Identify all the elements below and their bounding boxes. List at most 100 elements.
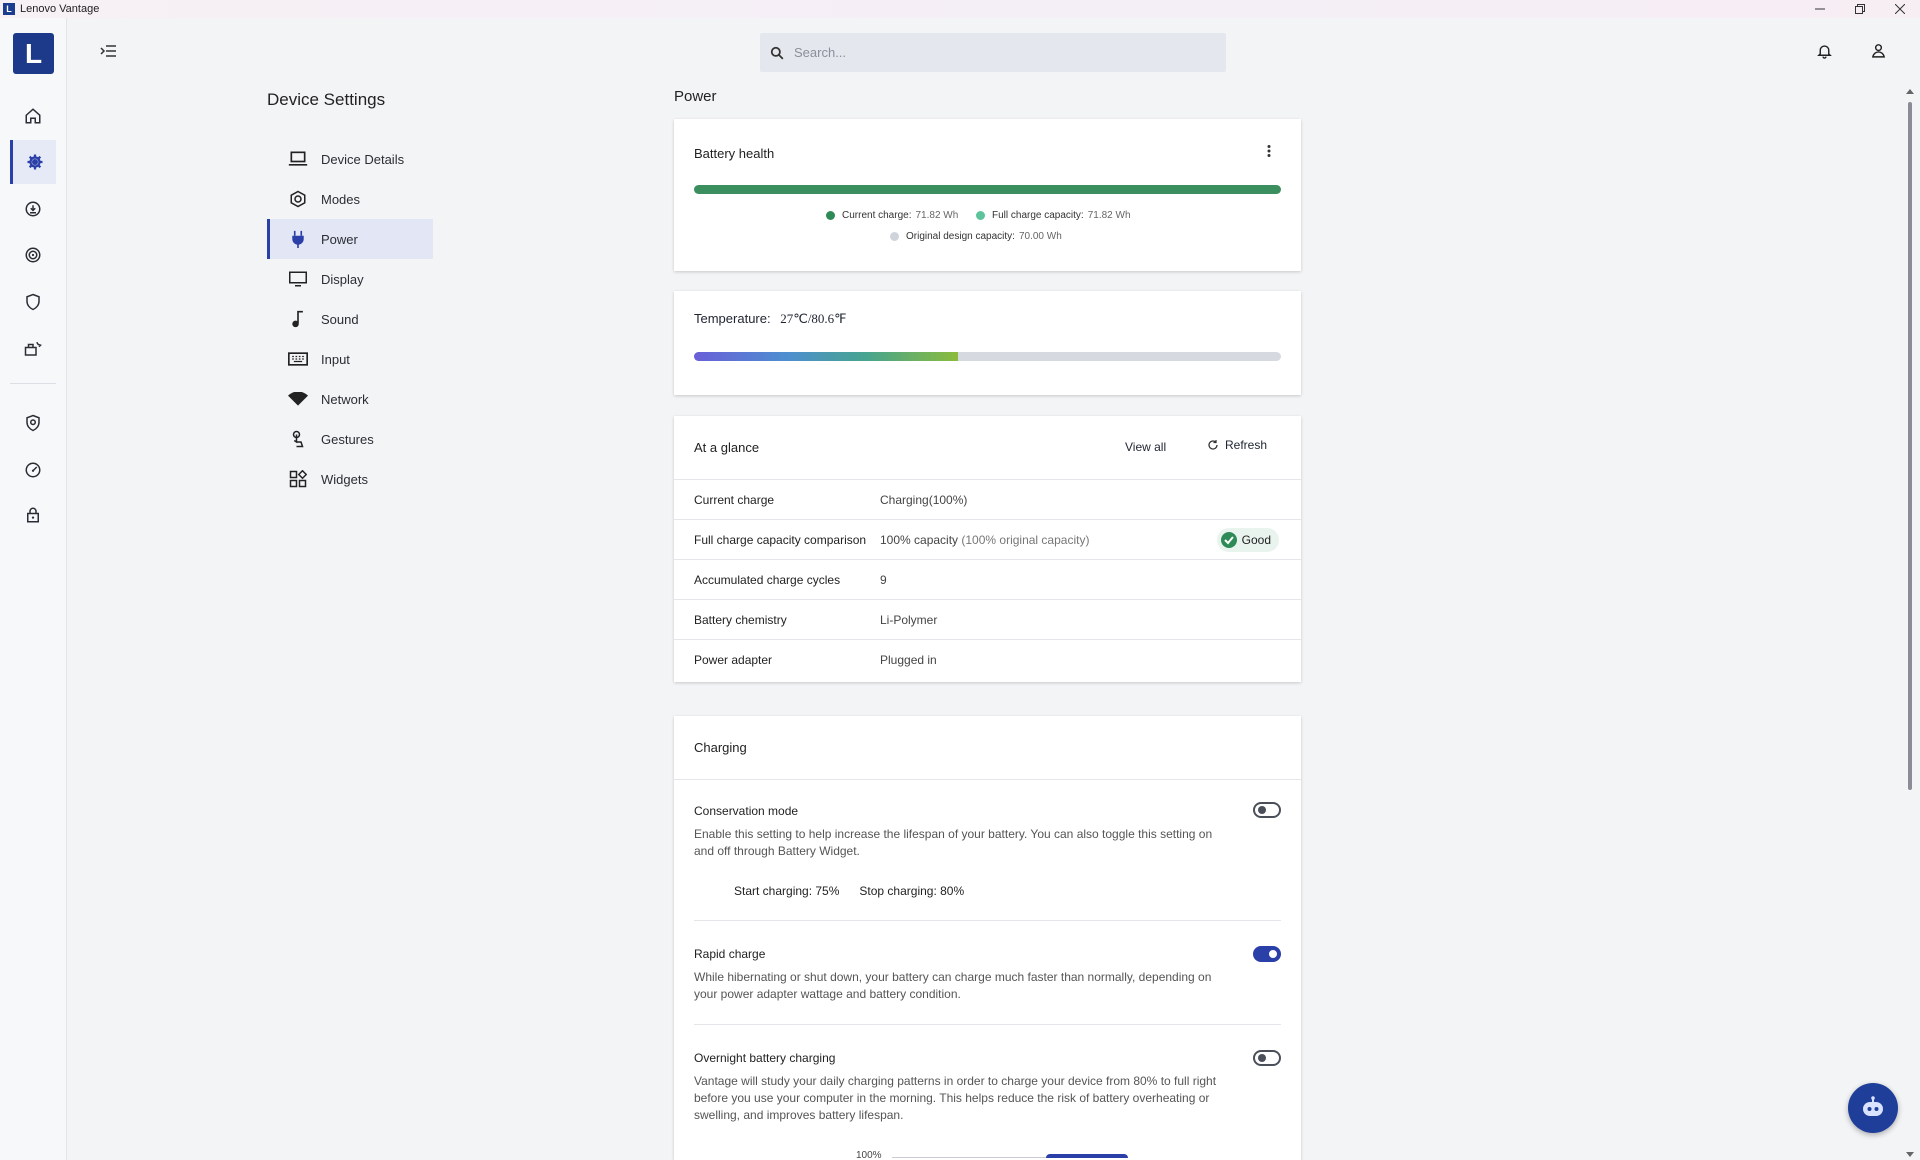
security-shield-icon[interactable] bbox=[10, 280, 56, 324]
update-icon[interactable] bbox=[10, 187, 56, 231]
nav-item-label: Display bbox=[321, 271, 364, 287]
glance-row: Full charge capacity comparison 100% cap… bbox=[674, 520, 1301, 560]
view-all-link[interactable]: View all bbox=[1125, 440, 1166, 454]
setting-description: While hibernating or shut down, your bat… bbox=[694, 970, 1212, 1001]
nav-item-display[interactable]: Display bbox=[267, 259, 433, 299]
robot-icon bbox=[1860, 1096, 1886, 1120]
scroll-down-arrow-icon[interactable] bbox=[1906, 1152, 1914, 1158]
lock-icon[interactable] bbox=[10, 493, 56, 537]
row-label: Full charge capacity comparison bbox=[694, 532, 867, 547]
window-title: Lenovo Vantage bbox=[20, 3, 100, 15]
smart-features-icon[interactable] bbox=[10, 233, 56, 277]
row-label: Current charge bbox=[694, 492, 775, 507]
refresh-button[interactable]: Refresh bbox=[1207, 438, 1267, 452]
performance-gauge-icon[interactable] bbox=[10, 448, 56, 492]
toggle-knob bbox=[1258, 806, 1266, 814]
rapid-charge-setting: Rapid charge While hibernating or shut d… bbox=[694, 921, 1281, 1025]
collapse-menu-icon[interactable] bbox=[100, 44, 116, 58]
legend-full-charge-capacity: Full charge capacity: 71.82 Wh bbox=[976, 210, 1131, 221]
notification-bell-icon[interactable] bbox=[1816, 42, 1833, 60]
conservation-mode-setting: Conservation mode Enable this setting to… bbox=[694, 780, 1281, 921]
conservation-mode-toggle[interactable] bbox=[1253, 802, 1281, 818]
lenovo-logo[interactable]: L bbox=[13, 33, 54, 74]
temperature-bar-fill bbox=[694, 352, 959, 361]
nav-item-sound[interactable]: Sound bbox=[267, 299, 433, 339]
legend-dot bbox=[826, 211, 835, 220]
stop-charging-threshold: Stop charging: 80% bbox=[859, 884, 965, 898]
nav-item-power[interactable]: Power bbox=[267, 219, 433, 259]
legend-dot bbox=[976, 211, 985, 220]
at-a-glance-header: At a glance View all Refresh bbox=[674, 416, 1301, 480]
rapid-charge-toggle[interactable] bbox=[1253, 946, 1281, 962]
user-account-icon[interactable] bbox=[1870, 42, 1887, 59]
nav-item-label: Input bbox=[321, 351, 350, 367]
nav-item-network[interactable]: Network bbox=[267, 379, 433, 419]
temperature-label: Temperature: bbox=[694, 311, 771, 326]
legend-original-design-capacity: Original design capacity: 70.00 Wh bbox=[890, 231, 1062, 242]
overnight-charging-toggle[interactable] bbox=[1253, 1050, 1281, 1066]
row-label: Power adapter bbox=[694, 653, 773, 667]
row-value: Li-Polymer bbox=[880, 612, 938, 627]
nav-item-widgets[interactable]: Widgets bbox=[267, 459, 433, 499]
setting-title: Overnight battery charging bbox=[694, 1051, 836, 1065]
row-value: 9 bbox=[880, 572, 887, 587]
widgets-icon bbox=[287, 469, 309, 489]
charging-card: Charging Conservation mode Enable this s… bbox=[674, 716, 1301, 1160]
search-input[interactable] bbox=[794, 45, 1194, 60]
temperature-bar bbox=[694, 352, 1281, 361]
window-controls bbox=[1800, 0, 1920, 18]
restore-button[interactable] bbox=[1840, 0, 1880, 18]
status-badge: Good bbox=[1216, 528, 1279, 552]
more-options-icon[interactable] bbox=[1267, 145, 1271, 157]
overnight-chart-bar bbox=[1046, 1154, 1128, 1158]
plug-icon bbox=[287, 229, 309, 249]
temperature-value: 27℃/80.6℉ bbox=[780, 311, 847, 326]
row-value-wrap: 100% capacity (100% original capacity) bbox=[880, 533, 1089, 547]
battery-health-card: Battery health Current charge: 71.82 Wh … bbox=[674, 119, 1301, 271]
scroll-up-arrow-icon[interactable] bbox=[1906, 88, 1914, 94]
scrollbar[interactable] bbox=[1906, 88, 1914, 1160]
search-bar[interactable] bbox=[760, 33, 1226, 72]
nav-item-label: Gestures bbox=[321, 431, 374, 447]
minimize-button[interactable] bbox=[1800, 0, 1840, 18]
row-value: Charging(100%) bbox=[880, 492, 968, 507]
battery-health-bar bbox=[694, 185, 1281, 194]
nav-item-device-details[interactable]: Device Details bbox=[267, 139, 433, 179]
nav-item-modes[interactable]: Modes bbox=[267, 179, 433, 219]
gesture-icon bbox=[287, 429, 309, 449]
row-value: 100% capacity bbox=[880, 532, 959, 547]
legend-value: 70.00 Wh bbox=[1018, 231, 1062, 242]
page-heading: Power bbox=[674, 88, 717, 105]
setting-description: Vantage will study your daily charging p… bbox=[694, 1074, 1217, 1122]
keyboard-icon bbox=[287, 349, 309, 369]
apps-offers-icon[interactable] bbox=[10, 327, 56, 371]
scroll-thumb[interactable] bbox=[1908, 102, 1912, 790]
search-icon bbox=[770, 46, 784, 60]
music-note-icon bbox=[287, 309, 309, 329]
temperature-readout: Temperature: 27℃/80.6℉ bbox=[694, 311, 847, 327]
close-button[interactable] bbox=[1880, 0, 1920, 18]
at-a-glance-title: At a glance bbox=[694, 440, 760, 455]
battery-health-title: Battery health bbox=[694, 146, 775, 161]
nav-item-label: Power bbox=[321, 231, 358, 247]
glance-row: Current charge Charging(100%) bbox=[674, 480, 1301, 520]
legend-dot bbox=[890, 232, 899, 241]
row-label: Battery chemistry bbox=[694, 612, 787, 627]
rail-divider bbox=[10, 383, 56, 384]
legend-label: Full charge capacity: bbox=[992, 210, 1084, 221]
assistant-bot-button[interactable] bbox=[1848, 1083, 1898, 1133]
setting-title: Conservation mode bbox=[694, 804, 799, 818]
home-icon[interactable] bbox=[10, 94, 56, 138]
legend-current-charge: Current charge: 71.82 Wh bbox=[826, 210, 958, 221]
device-settings-icon[interactable] bbox=[10, 140, 56, 184]
start-charging-threshold: Start charging: 75% bbox=[734, 884, 840, 898]
nav-item-label: Network bbox=[321, 391, 369, 407]
at-a-glance-card: At a glance View all Refresh Current cha… bbox=[674, 416, 1301, 682]
privacy-shield-icon[interactable] bbox=[10, 401, 56, 445]
nav-item-input[interactable]: Input bbox=[267, 339, 433, 379]
modes-icon bbox=[287, 189, 309, 209]
nav-item-gestures[interactable]: Gestures bbox=[267, 419, 433, 459]
row-extra: (100% original capacity) bbox=[961, 532, 1090, 547]
legend-label: Original design capacity: bbox=[906, 231, 1015, 242]
toggle-knob bbox=[1269, 950, 1277, 958]
